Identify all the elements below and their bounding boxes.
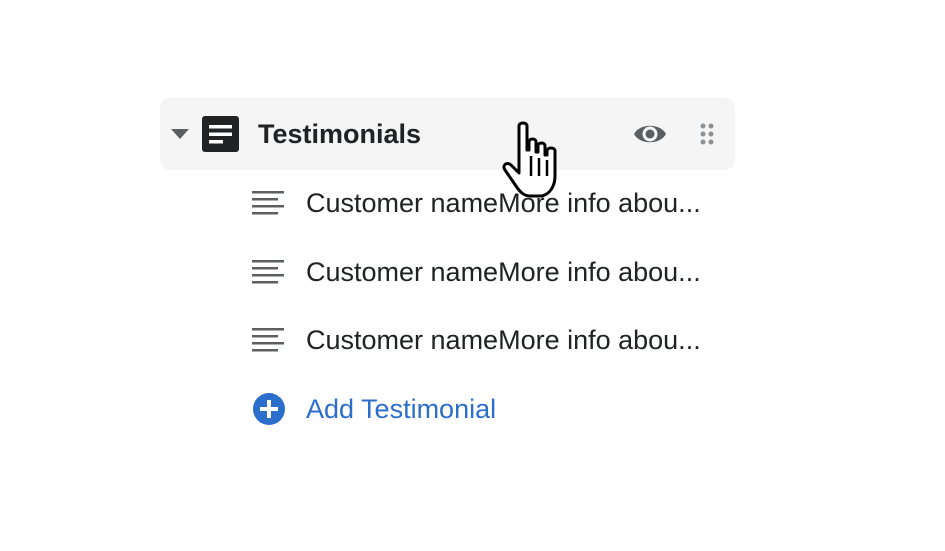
text-lines-icon <box>252 191 284 215</box>
text-lines-icon <box>252 260 284 284</box>
caret-down-icon[interactable] <box>170 127 190 141</box>
block-item[interactable]: Customer nameMore info abou... <box>250 183 735 223</box>
block-item-label: Customer nameMore info abou... <box>306 188 701 218</box>
block-item-label: Customer nameMore info abou... <box>306 257 701 287</box>
block-item[interactable]: Customer nameMore info abou... <box>250 252 735 292</box>
eye-visibility-icon[interactable] <box>633 120 667 148</box>
theme-editor-sidebar: Testimonials Customer nameMore info abou… <box>0 0 945 551</box>
block-item[interactable]: Customer nameMore info abou... <box>250 320 735 360</box>
section-document-icon <box>202 116 239 152</box>
section-title: Testimonials <box>258 119 422 149</box>
text-lines-icon <box>252 328 284 352</box>
section-header-testimonials[interactable]: Testimonials <box>160 98 735 170</box>
add-testimonial-button[interactable]: Add Testimonial <box>250 389 550 429</box>
add-testimonial-label: Add Testimonial <box>306 394 497 424</box>
drag-handle-icon[interactable] <box>698 122 716 146</box>
plus-circle-icon <box>253 393 285 425</box>
block-item-label: Customer nameMore info abou... <box>306 325 701 355</box>
